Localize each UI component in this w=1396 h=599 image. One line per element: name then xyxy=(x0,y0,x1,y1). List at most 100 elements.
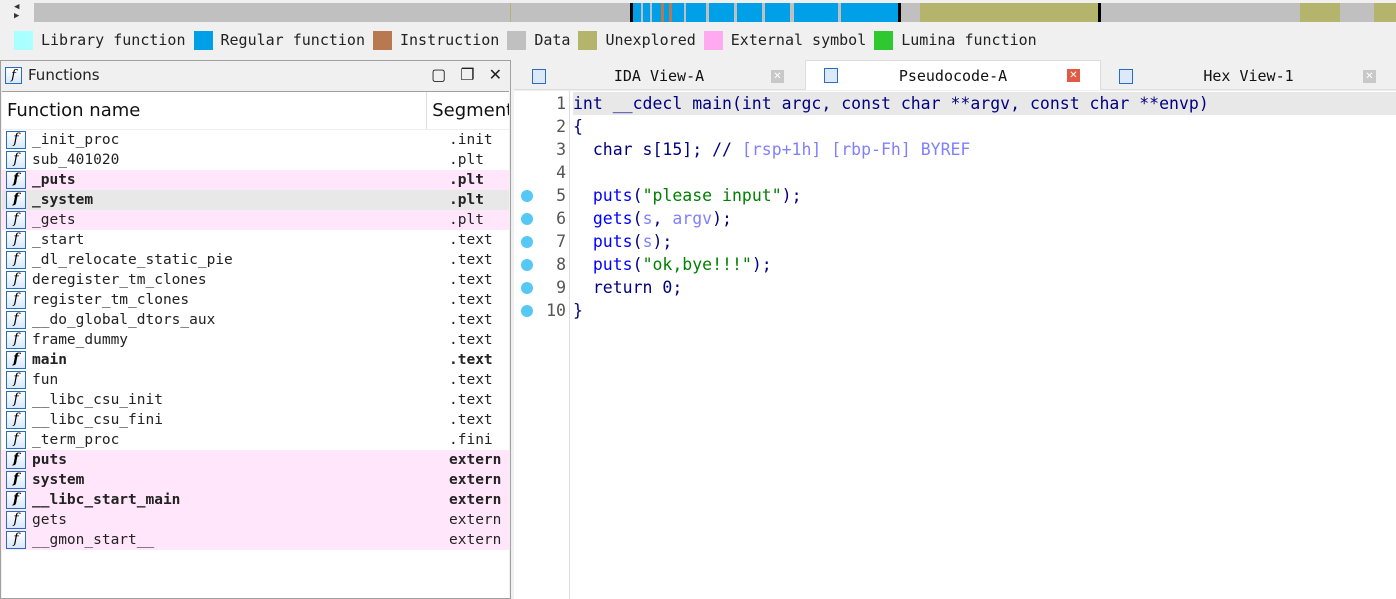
function-segment: extern xyxy=(449,512,502,528)
function-row[interactable]: f _init_proc .init xyxy=(2,130,509,150)
code-text[interactable]: puts("please input"); xyxy=(573,184,802,207)
function-icon: f xyxy=(6,251,26,269)
breakpoint-dot-icon[interactable] xyxy=(521,282,533,294)
function-row[interactable]: f _system .plt xyxy=(2,190,509,210)
legend-label: External symbol xyxy=(730,31,867,49)
function-name: _dl_relocate_static_pie xyxy=(32,252,233,268)
function-name: __libc_start_main xyxy=(32,492,181,508)
hex-view-icon xyxy=(1119,68,1133,84)
maximize-icon[interactable]: ▢ xyxy=(431,65,446,84)
function-row[interactable]: f gets extern xyxy=(2,510,509,530)
close-icon[interactable]: ✕ xyxy=(489,65,502,84)
function-row[interactable]: f system extern xyxy=(2,470,509,490)
function-row[interactable]: f frame_dummy .text xyxy=(2,330,509,350)
legend-item: Unexplored xyxy=(578,30,696,50)
legend-swatch xyxy=(507,30,527,50)
breakpoint-dot-icon[interactable] xyxy=(521,259,533,271)
code-line[interactable]: 1 int __cdecl main(int argc, const char *… xyxy=(514,92,1396,115)
function-segment: .init xyxy=(449,132,493,148)
code-token-fn: puts xyxy=(592,186,633,205)
function-row[interactable]: f __libc_csu_init .text xyxy=(2,390,509,410)
line-number: 10 xyxy=(546,301,566,320)
functions-table: Function name Segment f _init_proc .init f s… xyxy=(2,91,509,598)
function-row[interactable]: f __do_global_dtors_aux .text xyxy=(2,310,509,330)
code-line[interactable]: 2{ xyxy=(514,115,1396,138)
code-line[interactable]: 10} xyxy=(514,299,1396,322)
line-number: 1 xyxy=(556,94,566,113)
legend-item: External symbol xyxy=(703,30,867,50)
function-icon: f xyxy=(6,511,26,529)
function-row[interactable]: f fun .text xyxy=(2,370,509,390)
breakpoint-dot-icon[interactable] xyxy=(521,213,533,225)
function-icon: f xyxy=(6,491,26,509)
function-row[interactable]: f deregister_tm_clones .text xyxy=(2,270,509,290)
code-text[interactable]: char s[15]; // [rsp+1h] [rbp-Fh] BYREF xyxy=(573,138,971,161)
code-token-p: ); xyxy=(652,232,673,251)
column-segment[interactable]: Segment xyxy=(427,100,509,121)
code-text[interactable]: int __cdecl main(int argc, const char **… xyxy=(573,92,1396,115)
tab-close-icon[interactable]: ✕ xyxy=(1363,69,1376,83)
code-text[interactable]: { xyxy=(573,115,583,138)
function-row[interactable]: f _gets .plt xyxy=(2,210,509,230)
function-row[interactable]: f register_tm_clones .text xyxy=(2,290,509,310)
tab-pseudocode-a[interactable]: Pseudocode-A ✕ xyxy=(805,60,1101,90)
tab-close-icon[interactable]: ✕ xyxy=(1067,69,1080,82)
navigation-strip[interactable] xyxy=(34,3,1396,22)
code-token-p: ( xyxy=(632,186,643,205)
code-text[interactable]: puts("ok,bye!!!"); xyxy=(573,253,772,276)
function-name: _puts xyxy=(32,172,76,188)
code-line[interactable]: 3 char s[15]; // [rsp+1h] [rbp-Fh] BYREF xyxy=(514,138,1396,161)
code-line[interactable]: 8 puts("ok,bye!!!"); xyxy=(514,253,1396,276)
code-text[interactable]: } xyxy=(573,299,583,322)
code-token-var: argv xyxy=(672,209,713,228)
function-icon: f xyxy=(5,66,22,84)
line-number: 2 xyxy=(556,117,566,136)
function-row[interactable]: f puts extern xyxy=(2,450,509,470)
code-token-p: } xyxy=(573,301,583,320)
code-text[interactable]: puts(s); xyxy=(573,230,673,253)
tab-hex-view-1[interactable]: Hex View-1 ✕ xyxy=(1101,62,1396,90)
function-name: deregister_tm_clones xyxy=(32,272,207,288)
line-number: 5 xyxy=(556,186,566,205)
breakpoint-dot-icon[interactable] xyxy=(521,190,533,202)
function-row[interactable]: f _puts .plt xyxy=(2,170,509,190)
code-line[interactable]: 5 puts("please input"); xyxy=(514,184,1396,207)
code-token-p: ( xyxy=(632,232,643,251)
legend-label: Regular function xyxy=(220,31,366,49)
function-segment: extern xyxy=(449,452,502,468)
code-line[interactable]: 6 gets(s, argv); xyxy=(514,207,1396,230)
breakpoint-dot-icon[interactable] xyxy=(521,305,533,317)
code-token-fn: gets xyxy=(592,209,633,228)
function-row[interactable]: f __libc_start_main extern xyxy=(2,490,509,510)
tab-bar: IDA View-A ✕ Pseudocode-A ✕ Hex View-1 ✕ xyxy=(514,60,1396,90)
function-icon: f xyxy=(6,391,26,409)
function-icon: f xyxy=(6,131,26,149)
legend: Library function Regular function Instruct… xyxy=(14,29,1045,51)
function-row[interactable]: f _start .text xyxy=(2,230,509,250)
line-number: 3 xyxy=(556,140,566,159)
pseudocode-view[interactable]: 1 int __cdecl main(int argc, const char *… xyxy=(514,91,1396,599)
function-row[interactable]: f __libc_csu_fini .text xyxy=(2,410,509,430)
code-line[interactable]: 4 xyxy=(514,161,1396,184)
function-segment: .plt xyxy=(449,212,484,228)
tab-close-icon[interactable]: ✕ xyxy=(771,69,784,83)
function-row[interactable]: f __gmon_start__ extern xyxy=(2,530,509,550)
tab-ida-view-a[interactable]: IDA View-A ✕ xyxy=(514,62,804,90)
legend-label: Unexplored xyxy=(605,31,696,49)
code-line[interactable]: 7 puts(s); xyxy=(514,230,1396,253)
function-row[interactable]: f _dl_relocate_static_pie .text xyxy=(2,250,509,270)
code-text[interactable]: gets(s, argv); xyxy=(573,207,732,230)
column-function-name[interactable]: Function name xyxy=(2,92,428,129)
function-row[interactable]: f _term_proc .fini xyxy=(2,430,509,450)
function-name: fun xyxy=(32,372,59,388)
nav-arrows-icon[interactable]: ◀ ▶ xyxy=(14,3,19,21)
breakpoint-dot-icon[interactable] xyxy=(521,236,533,248)
function-row[interactable]: f sub_401020 .plt xyxy=(2,150,509,170)
code-line[interactable]: 9 return 0; xyxy=(514,276,1396,299)
legend-label: Library function xyxy=(41,31,186,49)
restore-icon[interactable]: ❐ xyxy=(460,65,474,84)
function-icon: f xyxy=(6,311,26,329)
code-text[interactable]: return 0; xyxy=(573,276,682,299)
function-row[interactable]: f main .text xyxy=(2,350,509,370)
navigation-band[interactable]: ◀ ▶ xyxy=(0,0,1396,26)
